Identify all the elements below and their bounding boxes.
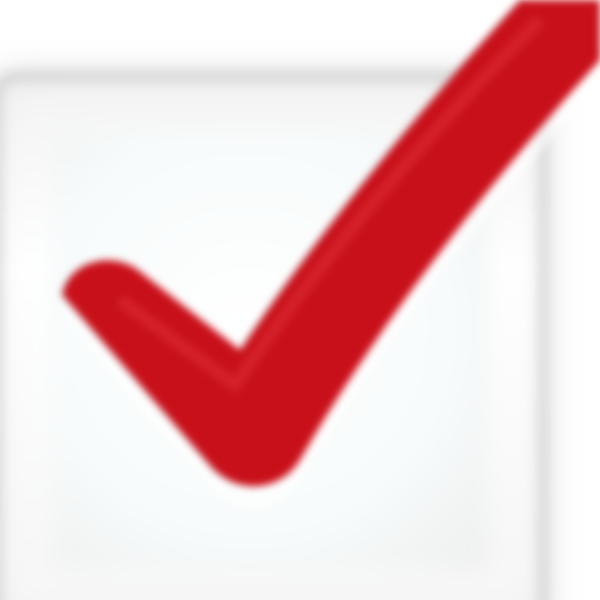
checkbox-inner <box>50 130 490 570</box>
checkbox[interactable] <box>0 70 550 600</box>
checkbox-stage <box>0 0 600 600</box>
